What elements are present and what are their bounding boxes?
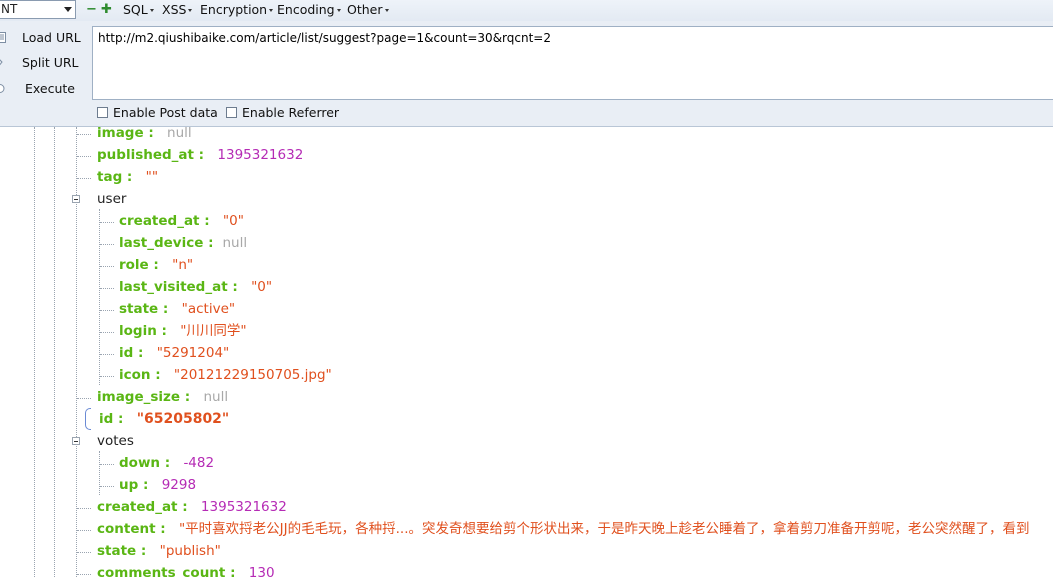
tree-node-image[interactable]: image : null xyxy=(97,127,192,144)
caret-down-icon xyxy=(149,9,154,12)
tree-node-votes-up[interactable]: up : 9298 xyxy=(119,474,196,496)
tree-node-user-state[interactable]: state : "active" xyxy=(119,298,235,320)
menu-other[interactable]: Other xyxy=(347,2,389,18)
caret-down-icon xyxy=(384,9,389,12)
menu-sql[interactable]: SQL xyxy=(123,2,154,18)
tree-guide xyxy=(54,127,55,577)
url-text: http://m2.qiushibaike.com/article/list/s… xyxy=(98,31,551,45)
chevron-down-icon xyxy=(64,7,72,12)
tree-node-user-login[interactable]: login : "川川同学" xyxy=(119,320,247,342)
tree-node-user-created-at[interactable]: created_at : "0" xyxy=(119,210,244,232)
tree-node-votes[interactable]: votes xyxy=(97,430,134,452)
enable-post-label: Enable Post data xyxy=(113,105,218,120)
tree-node-tag[interactable]: tag : "" xyxy=(97,166,158,188)
collapse-toggle-icon[interactable] xyxy=(72,437,80,445)
tree-node-user-role[interactable]: role : "n" xyxy=(119,254,193,276)
load-url-label: Load URL xyxy=(22,30,81,45)
tree-node-user-last-device[interactable]: last_device : null xyxy=(119,232,247,254)
split-url-button[interactable]: Split URL xyxy=(0,52,90,74)
tree-node-user[interactable]: user xyxy=(97,188,126,210)
caret-down-icon xyxy=(269,9,274,12)
version-select-value: NT xyxy=(1,2,18,16)
selection-bracket xyxy=(85,408,91,430)
tree-node-votes-down[interactable]: down : -482 xyxy=(119,452,214,474)
tree-node-published-at[interactable]: published_at : 1395321632 xyxy=(97,144,303,166)
menu-encryption[interactable]: Encryption xyxy=(200,2,274,18)
tree-node-user-id[interactable]: id : "5291204" xyxy=(119,342,229,364)
caret-down-icon xyxy=(188,9,193,12)
enable-referrer-checkbox[interactable]: Enable Referrer xyxy=(226,105,339,121)
tree-node-state[interactable]: state : "publish" xyxy=(97,540,221,562)
tree-guide xyxy=(34,127,35,577)
tree-node-created-at[interactable]: created_at : 1395321632 xyxy=(97,496,287,518)
tree-guide xyxy=(99,451,100,495)
collapse-toggle-icon[interactable] xyxy=(72,195,80,203)
tree-node-id[interactable]: id : "65205802" xyxy=(99,408,229,430)
menu-xss[interactable]: XSS xyxy=(162,2,193,18)
enable-referrer-label: Enable Referrer xyxy=(242,105,340,120)
menu-bar: NT − ✚ SQL XSS Encryption Encoding Other xyxy=(0,0,1053,21)
execute-button[interactable]: Execute xyxy=(0,78,90,100)
tree-node-content[interactable]: content : "平时喜欢捋老公JJ的毛毛玩，各种捋...。突发奇想要给剪个… xyxy=(97,518,1053,540)
tree-node-user-last-visited-at[interactable]: last_visited_at : "0" xyxy=(119,276,272,298)
json-tree-view: image : null published_at : 1395321632 t… xyxy=(0,127,1053,577)
split-url-label: Split URL xyxy=(22,55,79,70)
checkbox-box[interactable] xyxy=(97,107,108,118)
execute-icon xyxy=(0,84,5,93)
checkbox-box[interactable] xyxy=(226,107,237,118)
load-url-button[interactable]: Load URL xyxy=(0,27,90,49)
menu-encoding[interactable]: Encoding xyxy=(277,2,341,18)
tree-node-image-size[interactable]: image_size : null xyxy=(97,386,228,408)
caret-down-icon xyxy=(336,9,341,12)
tree-node-comments-count[interactable]: comments_count : 130 xyxy=(97,562,275,577)
execute-label: Execute xyxy=(25,81,75,96)
plus-icon[interactable]: ✚ xyxy=(101,3,112,17)
split-icon xyxy=(0,59,3,66)
tree-node-user-icon[interactable]: icon : "20121229150705.jpg" xyxy=(119,364,332,386)
enable-post-checkbox[interactable]: Enable Post data xyxy=(97,105,218,121)
hackbar-toolbar: NT − ✚ SQL XSS Encryption Encoding Other… xyxy=(0,0,1053,127)
tree-guide xyxy=(99,209,100,385)
minus-icon[interactable]: − xyxy=(86,3,97,17)
url-textarea[interactable]: http://m2.qiushibaike.com/article/list/s… xyxy=(92,26,1053,100)
document-icon xyxy=(0,32,6,43)
version-select[interactable]: NT xyxy=(0,0,76,19)
